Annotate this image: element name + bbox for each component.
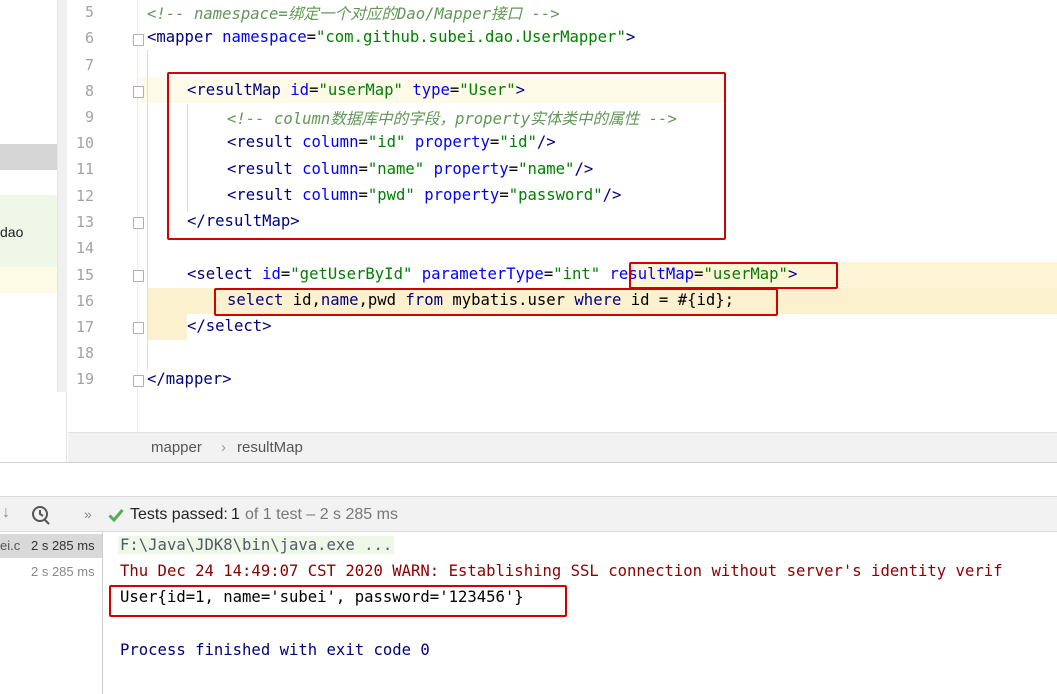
line-number: 14 (75, 239, 94, 257)
line-number: 13 (75, 213, 94, 231)
check-icon (108, 509, 124, 522)
tag-bracket: > (222, 370, 232, 388)
line-number: 10 (75, 134, 94, 152)
expand-chevron-icon[interactable]: » (84, 506, 92, 522)
tag-name: select (205, 317, 263, 335)
console-exit-line: Process finished with exit code 0 (120, 641, 430, 659)
fold-toggle-icon[interactable] (133, 34, 144, 46)
test-tree-row-selected[interactable]: ei.c 2 s 285 ms (0, 534, 102, 558)
tag-bracket: </ (187, 317, 206, 335)
attr-name: parameterType (421, 265, 544, 283)
tag-name: mapper (165, 370, 223, 388)
test-tree-time: 2 s 285 ms (31, 564, 95, 579)
line-17-highlight (147, 314, 187, 340)
tag-bracket: > (262, 317, 272, 335)
attr-equals: = (306, 28, 317, 46)
fold-end-icon[interactable] (133, 217, 144, 229)
project-panel-scrollbar[interactable] (57, 0, 67, 392)
tag-name: select (196, 265, 253, 283)
fold-end-icon[interactable] (133, 322, 144, 334)
attr-name: namespace (222, 28, 307, 46)
test-status-label: Tests passed: (130, 506, 228, 523)
line-number: 19 (75, 370, 94, 388)
attr-name: id (262, 265, 281, 283)
line-number: 8 (84, 82, 94, 100)
attr-value: "int" (553, 265, 601, 283)
line-number: 12 (75, 187, 94, 205)
tag-name: mapper (156, 28, 213, 46)
xml-comment: <!-- namespace=绑定一个对应的Dao/Mapper接口 --> (147, 5, 560, 23)
tag-bracket: < (147, 28, 157, 46)
line-number: 17 (75, 318, 94, 336)
console-exit: Process finished with exit code 0 (120, 641, 430, 659)
console-command-line: F:\Java\JDK8\bin\java.exe ... (118, 536, 395, 554)
line-number: 5 (84, 3, 94, 21)
test-tree-row[interactable]: 2 s 285 ms (0, 560, 102, 584)
attr-value: "com.github.subei.dao.UserMapper" (316, 28, 626, 46)
line-number: 6 (84, 29, 94, 47)
code-line-19: </mapper> (147, 370, 232, 388)
code-line-17: </select> (187, 317, 272, 335)
line-number: 18 (75, 344, 94, 362)
line-number: 11 (75, 160, 94, 178)
line-number: 16 (75, 292, 94, 310)
attr-value: "getUserById" (290, 265, 413, 283)
console-warning: Thu Dec 24 14:49:07 CST 2020 WARN: Estab… (120, 562, 1003, 580)
test-tree-time: 2 s 285 ms (31, 538, 95, 553)
fold-toggle-icon[interactable] (133, 270, 144, 282)
indent-guide (147, 50, 148, 370)
annotation-box-resultmap (167, 72, 726, 240)
test-status-detail: of 1 test – 2 s 285 ms (245, 506, 398, 523)
breadcrumb-item[interactable]: resultMap (237, 439, 303, 456)
code-line-6: <mapper namespace="com.github.subei.dao.… (147, 28, 635, 46)
annotation-box-result (109, 585, 567, 617)
fold-end-icon[interactable] (133, 375, 144, 387)
breadcrumb-item[interactable]: mapper (151, 439, 202, 456)
project-tree-item-dao[interactable]: dao (0, 224, 23, 240)
project-panel: dao (0, 0, 67, 462)
code-line-5: <!-- namespace=绑定一个对应的Dao/Mapper接口 --> (147, 2, 560, 24)
line-number: 7 (84, 56, 94, 74)
sort-down-icon[interactable]: ↓ (2, 504, 10, 522)
line-number: 9 (84, 108, 94, 126)
tag-bracket: > (625, 28, 636, 46)
breadcrumb: mapper › resultMap (68, 432, 1057, 462)
breadcrumb-separator: › (221, 439, 226, 456)
test-results-tree: ei.c 2 s 285 ms 2 s 285 ms (0, 532, 103, 694)
fold-toggle-icon[interactable] (133, 86, 144, 98)
clock-history-icon[interactable] (31, 505, 53, 525)
console-output[interactable]: F:\Java\JDK8\bin\java.exe ... Thu Dec 24… (104, 532, 1057, 694)
test-tree-label: ei.c (0, 538, 21, 553)
annotation-box-sql (214, 288, 778, 316)
panel-divider (0, 462, 1057, 496)
tag-bracket: </ (147, 370, 166, 388)
console-warn-line: Thu Dec 24 14:49:07 CST 2020 WARN: Estab… (120, 562, 1003, 580)
console-command: F:\Java\JDK8\bin\java.exe ... (120, 536, 393, 554)
annotation-box-resultmap-attr (629, 262, 838, 289)
run-toolbar: ↓ » Tests passed: 1 of 1 test – 2 s 285 … (0, 496, 1057, 532)
test-status-count: 1 (231, 506, 240, 523)
line-number: 15 (75, 266, 94, 284)
